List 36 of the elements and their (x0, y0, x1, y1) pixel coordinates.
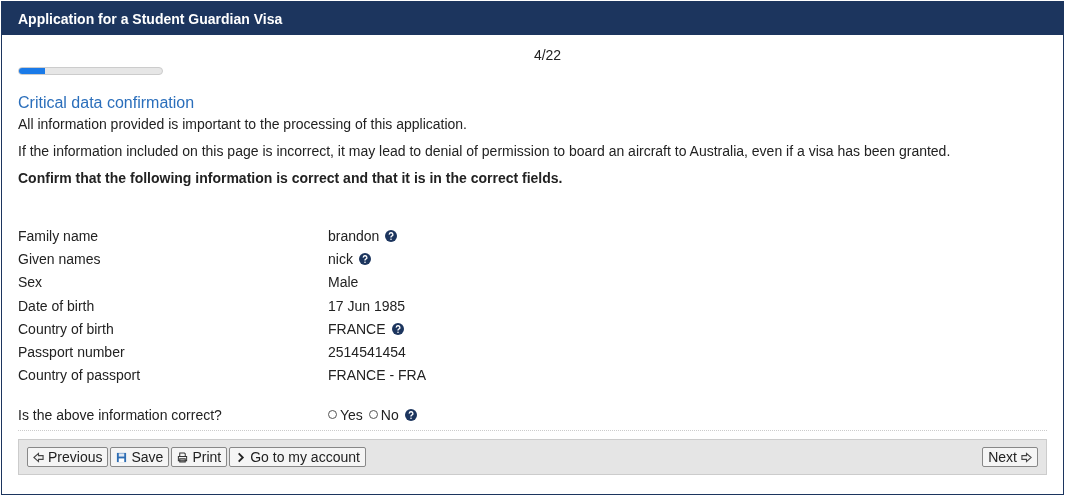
field-label: Given names (18, 250, 102, 267)
paragraph: All information provided is important to the processing of this application. (18, 116, 468, 132)
nav-button[interactable]: Previous (27, 447, 109, 468)
field-label: Country of passport (18, 367, 142, 384)
left-arrow-icon (33, 451, 44, 463)
field-label: Family name (18, 227, 100, 244)
nav-button[interactable]: Print (171, 447, 228, 468)
radio-label[interactable]: No (380, 406, 399, 423)
field-label: Country of birth (18, 320, 115, 337)
section-heading: Critical data confirmation (18, 94, 196, 112)
window-title: Application for a Student Guardian Visa (18, 10, 283, 27)
field-value: FRANCE - FRA (328, 367, 426, 384)
next-button[interactable]: Next (982, 447, 1038, 468)
field-value: 17 Jun 1985 (328, 297, 406, 314)
help-icon[interactable] (391, 322, 404, 335)
field-label: Passport number (18, 344, 126, 361)
paragraph: If the information included on this page is incorrect, it may lead to denial of permission to board an aircraft to Australia, even if a visa has been granted. (18, 143, 952, 159)
nav-button[interactable]: Save (110, 447, 170, 468)
field-value: nick (328, 250, 353, 267)
field-value: FRANCE (328, 320, 386, 337)
question-label: Is the above information correct? (18, 406, 223, 423)
field-value: Male (328, 274, 359, 291)
field-label: Sex (18, 274, 44, 291)
printer-icon (177, 451, 189, 463)
nav-button[interactable]: Go to my account (229, 447, 366, 468)
field-label: Date of birth (18, 297, 96, 314)
help-icon[interactable] (385, 229, 398, 242)
radio-label[interactable]: Yes (340, 406, 363, 423)
field-value: brandon (328, 227, 380, 244)
help-icon[interactable] (404, 408, 417, 421)
right-arrow-icon (1021, 451, 1032, 463)
field-value: 2514541454 (328, 344, 406, 361)
paragraph: Confirm that the following information is correct and that it is in the correct fields. (18, 170, 564, 186)
step-counter: 4/22 (533, 47, 562, 63)
help-icon[interactable] (358, 252, 371, 265)
chevron-right-icon (235, 451, 247, 463)
